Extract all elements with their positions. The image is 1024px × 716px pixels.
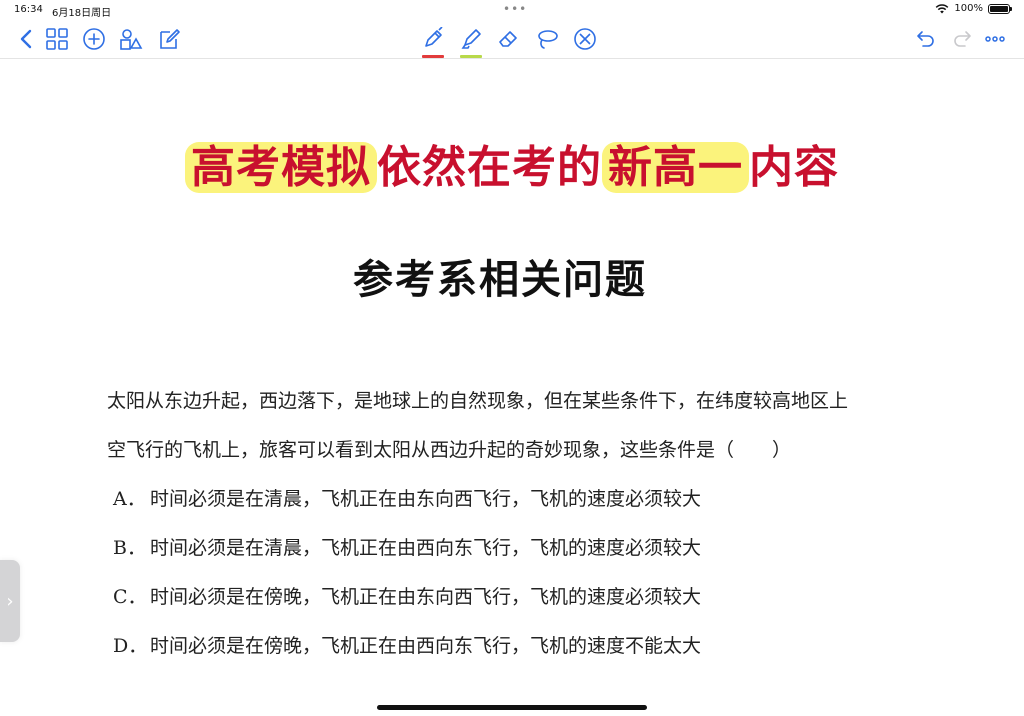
option-letter: B．	[113, 537, 146, 559]
option-b: B． 时间必须是在清晨，飞机正在由西向东飞行，飞机的速度必须较大	[113, 524, 701, 573]
back-chevron-icon[interactable]	[14, 26, 40, 52]
redo-icon[interactable]	[950, 26, 976, 52]
option-text: 时间必须是在傍晚，飞机正在由东向西飞行，飞机的速度必须较大	[150, 586, 702, 608]
add-circle-icon[interactable]	[81, 26, 107, 52]
option-a: A． 时间必须是在清晨，飞机正在由东向西飞行，飞机的速度必须较大	[113, 475, 701, 524]
more-icon[interactable]	[982, 26, 1008, 52]
wifi-icon	[936, 3, 949, 13]
option-text: 时间必须是在清晨，飞机正在由东向西飞行，飞机的速度必须较大	[150, 488, 702, 510]
chevron-right-icon: ›	[6, 590, 14, 612]
question-line: 太阳从东边升起，西边落下，是地球上的自然现象，但在某些条件下，在纬度较高地区上	[107, 390, 849, 412]
option-d: D． 时间必须是在傍晚，飞机正在由西向东飞行，飞机的速度不能太大	[113, 622, 701, 671]
battery-icon	[988, 3, 1012, 14]
headline-text-4: 内容	[749, 142, 839, 193]
status-time: 16:34	[14, 4, 43, 15]
sidebar-handle[interactable]: ›	[0, 560, 20, 642]
lasso-icon[interactable]	[534, 26, 560, 52]
toolbar	[0, 22, 1024, 58]
battery-percent: 100%	[954, 3, 983, 14]
headline-highlight-3: 新高一	[602, 142, 749, 193]
undo-icon[interactable]	[912, 26, 938, 52]
home-indicator[interactable]	[377, 705, 647, 710]
laser-off-icon[interactable]	[572, 26, 598, 52]
battery-level	[990, 5, 1008, 12]
pen-icon[interactable]	[420, 26, 446, 58]
option-c: C． 时间必须是在傍晚，飞机正在由东向西飞行，飞机的速度必须较大	[113, 573, 701, 622]
subtitle: 参考系相关问题	[353, 257, 647, 303]
note-page[interactable]: 高考模拟 依然在考的 新高一 内容 参考系相关问题 太阳从东边升起，西边落下，是地球上…	[0, 59, 1024, 716]
multitask-dots-icon[interactable]: •••	[503, 2, 527, 16]
highlighter-icon[interactable]	[458, 26, 484, 58]
edit-note-icon[interactable]	[156, 26, 182, 52]
shapes-icon[interactable]	[118, 26, 144, 52]
option-letter: C．	[113, 586, 147, 608]
eraser-icon[interactable]	[496, 26, 522, 52]
headline-highlight-1: 高考模拟	[185, 142, 377, 193]
option-text: 时间必须是在傍晚，飞机正在由西向东飞行，飞机的速度不能太大	[150, 635, 702, 657]
headline: 高考模拟 依然在考的 新高一 内容	[0, 131, 1024, 195]
option-text: 时间必须是在清晨，飞机正在由西向东飞行，飞机的速度必须较大	[150, 537, 702, 559]
question-line: 空飞行的飞机上，旅客可以看到太阳从西边升起的奇妙现象，这些条件是（ ）	[107, 439, 792, 461]
grid-icon[interactable]	[44, 26, 70, 52]
option-letter: D．	[113, 635, 148, 657]
headline-text-2: 依然在考的	[377, 142, 602, 193]
status-indicators: 100%	[935, 3, 1012, 14]
answer-options: A． 时间必须是在清晨，飞机正在由东向西飞行，飞机的速度必须较大 B． 时间必须是在…	[113, 475, 701, 671]
status-date: 6月18日周日	[52, 8, 112, 19]
status-bar: 16:34 6月18日周日 ••• 100%	[0, 0, 1024, 20]
option-letter: A．	[113, 488, 146, 510]
question-stem: 太阳从东边升起，西边落下，是地球上的自然现象，但在某些条件下，在纬度较高地区上 …	[107, 377, 967, 475]
